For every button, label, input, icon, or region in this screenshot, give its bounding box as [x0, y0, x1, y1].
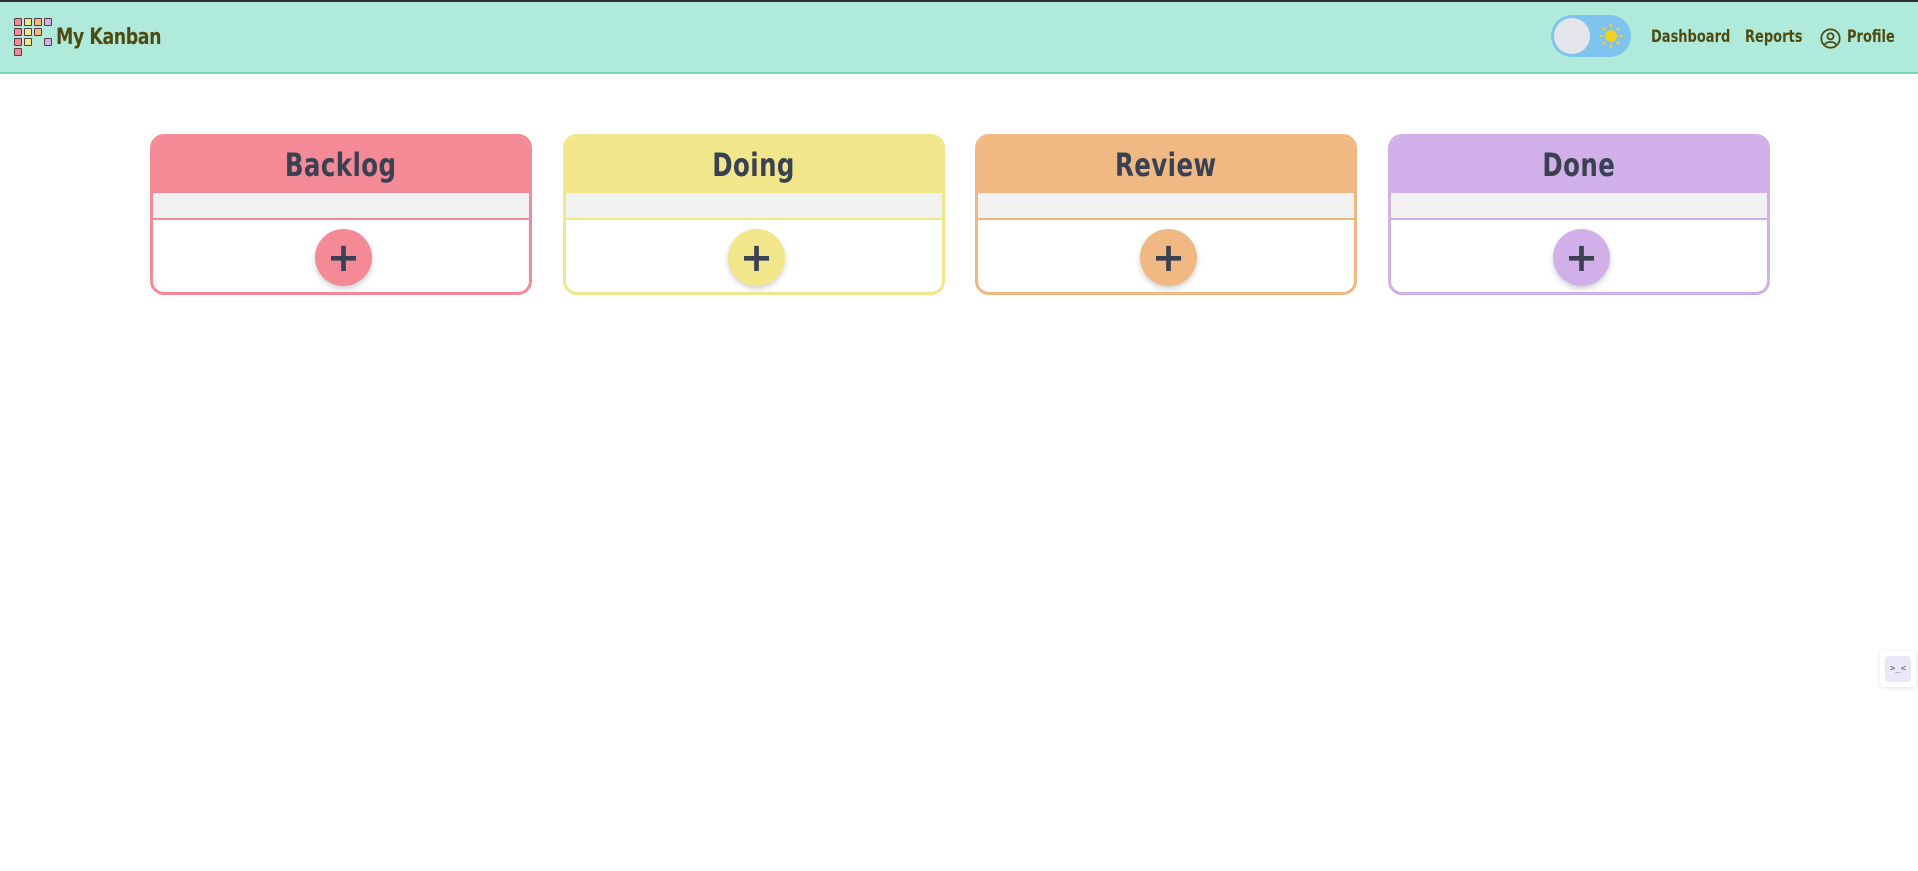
widget-face-icon: >_< [1885, 656, 1911, 682]
column-title: Done [1542, 146, 1616, 184]
drop-zone[interactable] [1391, 193, 1767, 220]
plus-icon: + [739, 234, 774, 281]
add-card-button[interactable]: + [1553, 229, 1610, 286]
drop-zone[interactable] [566, 193, 942, 220]
theme-toggle[interactable] [1551, 15, 1631, 57]
column-title: Doing [712, 146, 796, 184]
drop-zone[interactable] [153, 193, 529, 220]
drop-zone[interactable] [978, 193, 1354, 220]
add-card-button[interactable]: + [315, 229, 372, 286]
add-card-button[interactable]: + [728, 229, 785, 286]
column-review: Review + [975, 134, 1357, 295]
navbar: My Kanban Dashboard Reports Profile [0, 0, 1918, 74]
plus-icon: + [1564, 234, 1599, 281]
column-done: Done + [1388, 134, 1770, 295]
sun-icon [1599, 24, 1623, 48]
nav-profile-link[interactable]: Profile [1847, 27, 1895, 47]
nav-reports-link[interactable]: Reports [1745, 27, 1802, 47]
kanban-logo-icon [14, 16, 54, 58]
plus-icon: + [1151, 234, 1186, 281]
toggle-knob [1554, 18, 1590, 54]
add-card-button[interactable]: + [1140, 229, 1197, 286]
brand[interactable]: My Kanban [14, 16, 175, 58]
column-title: Backlog [285, 146, 397, 184]
side-widget[interactable]: >_< [1880, 651, 1916, 687]
brand-name[interactable]: My Kanban [56, 25, 162, 50]
column-header: Done [1391, 137, 1767, 193]
column-header: Backlog [153, 137, 529, 193]
column-title: Review [1115, 146, 1217, 184]
nav-dashboard-link[interactable]: Dashboard [1651, 27, 1730, 47]
column-header: Review [978, 137, 1354, 193]
column-header: Doing [566, 137, 942, 193]
column-doing: Doing + [563, 134, 945, 295]
plus-icon: + [326, 234, 361, 281]
profile-icon[interactable] [1820, 28, 1841, 49]
column-backlog: Backlog + [150, 134, 532, 295]
